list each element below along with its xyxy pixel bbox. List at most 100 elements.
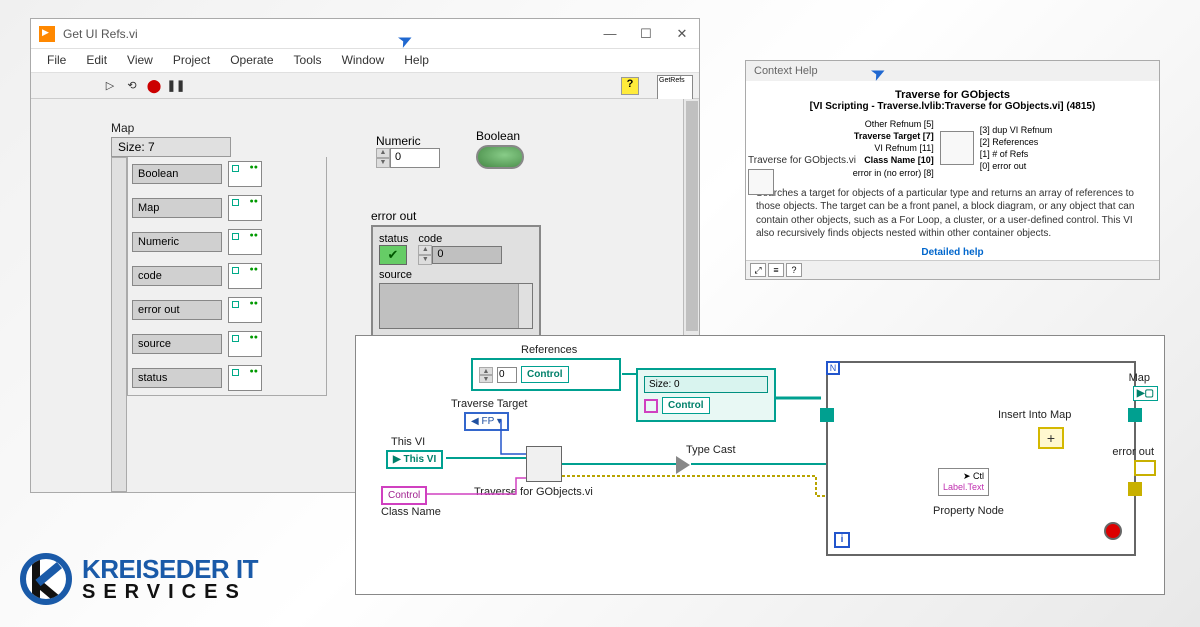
map-row: code <box>128 259 326 293</box>
map-row: Map <box>128 191 326 225</box>
close-button[interactable]: ✕ <box>673 26 691 42</box>
array-index[interactable]: 0 <box>497 367 517 383</box>
pause-button[interactable]: ❚❚ <box>167 77 185 95</box>
logo-text-bot: SERVICES <box>82 582 258 602</box>
traverse-target-const[interactable]: ◀ FP ▾ <box>464 412 509 431</box>
map-key: code <box>132 266 222 286</box>
ctx-heading: Traverse for GObjects <box>756 89 1149 101</box>
ctx-subtitle: [VI Scripting - Traverse.lvlib:Traverse … <box>756 101 1149 112</box>
control-string-const[interactable]: Control <box>381 486 427 505</box>
map-key: error out <box>132 300 222 320</box>
logo-text-top: KREISEDER IT <box>82 556 258 582</box>
property-node[interactable]: ➤ Ctl Label.Text <box>938 468 989 496</box>
numeric-label: Numeric <box>376 134 440 148</box>
code-incdec[interactable]: ▲▼ <box>418 245 432 265</box>
cluster-size: Size: 0 <box>644 376 768 393</box>
map-row: error out <box>128 293 326 327</box>
references-label: References <box>521 344 577 356</box>
stop-terminal-icon <box>1104 522 1122 540</box>
menu-window[interactable]: Window <box>334 49 393 72</box>
refnum-icon <box>228 195 262 221</box>
ctx-out-term: [2] References <box>980 136 1053 148</box>
ctx-simple-icon[interactable]: ≡ <box>768 263 784 277</box>
error-label: error out <box>371 209 541 223</box>
map-row: status <box>128 361 326 395</box>
value-type: Control <box>662 397 710 414</box>
ctx-lock-icon[interactable]: ⤢ <box>750 263 766 277</box>
error-tunnel-icon <box>1128 482 1142 496</box>
class-name-label: Class Name <box>381 506 441 518</box>
loop-n-terminal: N <box>826 361 840 375</box>
run-continuously-button[interactable]: ⟲ <box>123 77 141 95</box>
property-node-label: Property Node <box>933 505 1004 517</box>
numeric-value[interactable]: 0 <box>390 148 440 168</box>
map-key: Numeric <box>132 232 222 252</box>
help-button[interactable]: ? <box>621 77 639 95</box>
this-vi-const: ▶ This VI <box>386 450 443 469</box>
menu-operate[interactable]: Operate <box>222 49 281 72</box>
ctx-out-term: [3] dup VI Refnum <box>980 124 1053 136</box>
run-button[interactable]: ▷ <box>101 77 119 95</box>
traverse-subvi[interactable] <box>526 446 562 482</box>
traverse-vi-reference: Traverse for GObjects.vi <box>748 155 856 195</box>
menu-view[interactable]: View <box>119 49 161 72</box>
toolbar: ▷ ⟲ ⬤ ❚❚ ? GetRefs <box>31 73 699 99</box>
map-out-label: Map <box>1129 372 1150 384</box>
error-code-value: 0 <box>432 246 502 264</box>
error-source-value <box>379 283 533 329</box>
map-indicator: Map Size: 7 Boolean Map Numeric code err… <box>111 121 327 396</box>
error-out-label: error out <box>1112 446 1154 458</box>
menu-tools[interactable]: Tools <box>286 49 330 72</box>
for-loop: N i ➤ Ctl Label.Text Property Node Inser… <box>826 361 1136 556</box>
vi-icon <box>39 26 55 42</box>
ctx-in-term: VI Refnum [11] <box>853 142 934 154</box>
refnum-icon <box>228 161 262 187</box>
boolean-button[interactable] <box>476 145 524 169</box>
maximize-button[interactable]: ☐ <box>637 26 655 42</box>
prop-label: Label.Text <box>943 482 984 493</box>
window-title: Get UI Refs.vi <box>63 27 601 41</box>
map-key: status <box>132 368 222 388</box>
array-elem: Control <box>521 366 569 383</box>
boolean-control[interactable]: Boolean <box>476 129 524 169</box>
menu-edit[interactable]: Edit <box>78 49 115 72</box>
ctx-footer: ⤢ ≡ ? <box>746 260 1159 279</box>
refnum-icon <box>228 229 262 255</box>
ctx-vi-icon <box>940 131 974 165</box>
key-type-icon <box>644 399 658 413</box>
menu-project[interactable]: Project <box>165 49 218 72</box>
shift-register-right-icon <box>1128 408 1142 422</box>
map-type-cluster: Size: 0 Control <box>636 368 776 422</box>
menu-help[interactable]: Help <box>396 49 437 72</box>
detailed-help-link[interactable]: Detailed help <box>756 247 1149 258</box>
map-row: Numeric <box>128 225 326 259</box>
map-row: Boolean <box>128 157 326 191</box>
ctx-in-term: error in (no error) [8] <box>853 167 934 179</box>
refnum-icon <box>228 365 262 391</box>
error-source-label: source <box>379 269 533 281</box>
abort-button[interactable]: ⬤ <box>145 77 163 95</box>
numeric-control[interactable]: Numeric ▲▼ 0 <box>376 134 440 168</box>
map-key: source <box>132 334 222 354</box>
scrollbar[interactable] <box>518 284 532 328</box>
type-cast-label: Type Cast <box>686 444 736 456</box>
map-row: source <box>128 327 326 361</box>
logo-mark-icon <box>20 553 72 605</box>
ctx-help-icon[interactable]: ? <box>786 263 802 277</box>
array-incdec[interactable]: ▲▼ <box>479 367 493 383</box>
minimize-button[interactable]: — <box>601 26 619 42</box>
context-help-title: Context Help <box>754 65 818 77</box>
titlebar[interactable]: Get UI Refs.vi — ☐ ✕ <box>31 19 699 49</box>
ctx-out-term: [0] error out <box>980 160 1053 172</box>
error-code-label: code <box>418 233 502 245</box>
boolean-label: Boolean <box>476 129 524 143</box>
error-out-cluster: error out status ✔ code ▲▼ 0 sour <box>371 209 541 337</box>
menu-file[interactable]: File <box>39 49 74 72</box>
numeric-incdec[interactable]: ▲▼ <box>376 148 390 168</box>
refnum-icon <box>228 263 262 289</box>
insert-label: Insert Into Map <box>998 409 1071 421</box>
context-help-titlebar[interactable]: Context Help <box>746 61 1159 81</box>
menubar: File Edit View Project Operate Tools Win… <box>31 49 699 73</box>
type-cast-icon <box>676 456 690 474</box>
block-diagram-window: References ▲▼ 0 Control Traverse Target … <box>355 335 1165 595</box>
